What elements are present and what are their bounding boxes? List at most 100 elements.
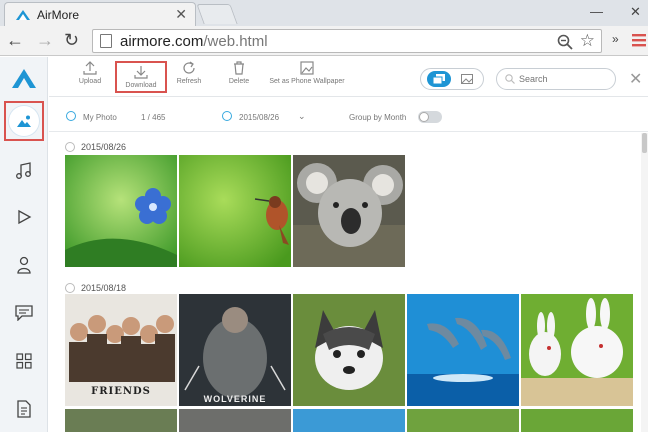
scrollbar[interactable] [641, 133, 648, 432]
grid-view-button[interactable] [427, 71, 451, 87]
close-window-icon[interactable]: ✕ [630, 4, 641, 20]
url-path: /web.html [203, 32, 268, 50]
sidebar-item-photos[interactable] [4, 101, 44, 141]
download-label: Download [125, 82, 157, 89]
sidebar-item-apps[interactable] [4, 341, 44, 381]
message-icon [15, 305, 33, 321]
photo-thumbnail[interactable]: WOLVERINE [179, 294, 291, 406]
photo-grid: 2015/08/26 2015/08/18 FRIENDS WOLVERINE [49, 133, 641, 432]
delete-button[interactable]: Delete [221, 61, 257, 93]
person-icon [17, 256, 31, 274]
page-icon [100, 34, 112, 48]
group-by-month-toggle[interactable] [418, 111, 442, 123]
new-tab-button[interactable] [196, 4, 238, 24]
url-host: airmore.com [120, 32, 204, 50]
date-group-header[interactable]: 2015/08/18 [65, 281, 126, 295]
address-bar[interactable]: airmore.com/web.html ☆ [92, 29, 602, 53]
download-button[interactable]: Download [115, 61, 167, 93]
album-name: My Photo [83, 113, 117, 122]
photo-thumbnail[interactable] [521, 294, 633, 406]
delete-label: Delete [228, 78, 250, 85]
browser-tab[interactable]: AirMore ✕ [4, 2, 196, 26]
timeline-view-button[interactable] [455, 71, 479, 87]
group-date: 2015/08/26 [81, 142, 127, 152]
back-icon[interactable]: ← [6, 30, 24, 51]
date-filter-radio[interactable] [222, 111, 232, 121]
group-select-checkbox[interactable] [65, 142, 75, 152]
minimize-icon[interactable]: — [590, 4, 603, 19]
grid-icon [16, 353, 32, 369]
upload-button[interactable]: Upload [71, 61, 109, 93]
white-rabbits-image [521, 294, 633, 406]
sidebar-item-messages[interactable] [4, 293, 44, 333]
photo-thumbnail[interactable] [407, 409, 519, 432]
trash-icon [234, 61, 244, 75]
refresh-button[interactable]: Refresh [171, 61, 207, 93]
sidebar-item-contacts[interactable] [4, 245, 44, 285]
browser-tab-strip: AirMore ✕ — ✕ [0, 0, 648, 26]
stack-icon [433, 74, 445, 84]
refresh-icon [183, 61, 195, 74]
refresh-label: Refresh [176, 78, 202, 85]
airmore-logo-icon [16, 9, 30, 20]
photo-thumbnail[interactable] [179, 409, 291, 432]
menu-icon[interactable] [632, 33, 646, 47]
download-icon [134, 66, 148, 79]
photo-caption: WOLVERINE [203, 394, 267, 404]
koala-image [293, 155, 405, 267]
reload-icon[interactable]: ↻ [64, 30, 79, 51]
zoom-icon[interactable] [557, 34, 573, 50]
filter-bar: My Photo 1 / 465 2015/08/26 ⌄ Group by M… [49, 98, 648, 132]
date-group-header[interactable]: 2015/08/26 [65, 140, 126, 154]
group-by-label: Group by Month [349, 113, 407, 122]
wallpaper-label: Set as Phone Wallpaper [269, 78, 345, 85]
scrollbar-thumb[interactable] [642, 133, 647, 153]
play-icon [18, 209, 32, 225]
music-note-icon [16, 162, 31, 179]
chevron-down-icon[interactable]: ⌄ [298, 111, 306, 122]
tab-close-icon[interactable]: ✕ [175, 6, 187, 23]
photo-thumbnail[interactable] [407, 294, 519, 406]
group-select-checkbox[interactable] [65, 283, 75, 293]
wallpaper-icon [300, 61, 314, 75]
husky-puppy-image [293, 294, 405, 406]
search-icon [505, 74, 515, 84]
photo-thumbnail[interactable] [65, 155, 177, 267]
airmore-logo-icon [12, 69, 36, 88]
photo-thumbnail[interactable]: FRIENDS [65, 294, 177, 406]
url-text: airmore.com/web.html [120, 33, 268, 50]
sidebar-item-videos[interactable] [4, 197, 44, 237]
search-input[interactable] [519, 74, 599, 84]
photo-toolbar: Upload Download Refresh Delete Set as Ph… [49, 57, 648, 97]
photo-count: 1 / 465 [141, 113, 166, 122]
photo-icon [17, 115, 31, 127]
hummingbird-image [179, 155, 291, 267]
dolphins-image [407, 294, 519, 406]
select-all-checkbox[interactable] [66, 111, 76, 121]
photo-thumbnail[interactable] [293, 155, 405, 267]
photo-thumbnail[interactable] [179, 155, 291, 267]
group-date: 2015/08/18 [81, 283, 127, 293]
view-mode-toggle[interactable] [420, 68, 484, 90]
set-wallpaper-button[interactable]: Set as Phone Wallpaper [263, 61, 351, 93]
extensions-overflow-icon[interactable]: » [612, 32, 619, 46]
forward-icon[interactable]: → [36, 30, 54, 51]
photo-thumbnail[interactable] [521, 409, 633, 432]
browser-toolbar: ← → ↻ airmore.com/web.html ☆ » [0, 26, 648, 56]
photo-thumbnail[interactable] [293, 409, 405, 432]
photo-caption: FRIENDS [91, 386, 151, 397]
photo-thumbnail[interactable] [65, 409, 177, 432]
bookmark-star-icon[interactable]: ☆ [580, 31, 595, 51]
photo-thumbnail[interactable] [293, 294, 405, 406]
sidebar-item-music[interactable] [4, 151, 44, 191]
upload-label: Upload [78, 78, 102, 85]
app-sidebar [0, 57, 48, 432]
image-icon [461, 74, 473, 84]
wolverine-poster-image [179, 294, 291, 406]
date-filter-value[interactable]: 2015/08/26 [239, 113, 279, 122]
search-box[interactable] [496, 68, 616, 90]
upload-icon [83, 61, 97, 75]
sidebar-item-documents[interactable] [4, 389, 44, 429]
tab-title: AirMore [37, 7, 80, 22]
close-icon[interactable]: ✕ [629, 69, 642, 89]
